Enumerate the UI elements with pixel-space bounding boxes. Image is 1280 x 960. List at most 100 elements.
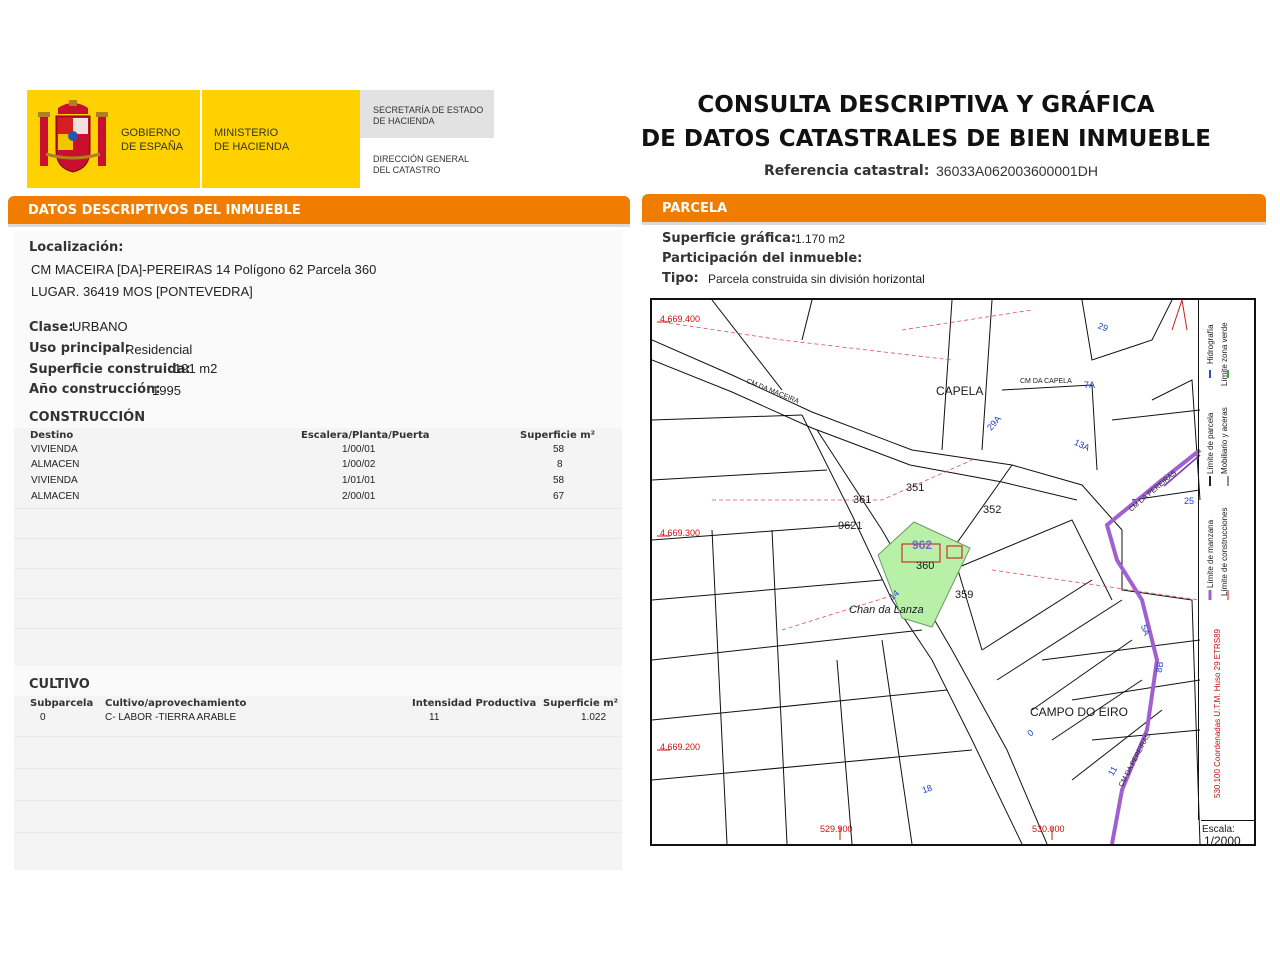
parcela-section-header: PARCELA [642, 194, 1266, 222]
construccion-table: Destino Escalera/Planta/Puerta Superfici… [14, 428, 622, 666]
map-number: 8B [1153, 660, 1166, 674]
legend-mobiliario: Mobiliario y aceras [1220, 407, 1229, 474]
legend-bottom-divider [1201, 820, 1255, 821]
parcel-label-351: 351 [906, 482, 925, 494]
ref-label: Referencia catastral: [764, 163, 930, 179]
map-number: 7A [1084, 380, 1096, 390]
place-campo: CAMPO DO EIRO [1030, 705, 1129, 719]
construccion-header-destino: Destino [30, 430, 74, 441]
uso-value: Residencial [125, 342, 193, 357]
clase-value: URBANO [72, 319, 128, 334]
table-cell: 1/01/01 [342, 475, 376, 486]
descriptive-section-shadow [8, 224, 630, 227]
direccion-line2: DEL CATASTRO [373, 165, 441, 175]
cadastral-map[interactable]: 4.669.400 4.669.300 4.669.200 529.900 53… [650, 298, 1256, 848]
table-cell: 1/00/01 [342, 444, 376, 455]
ministry-line2: DE HACIENDA [214, 141, 290, 153]
cultivo-header-superficie: Superficie m² [543, 698, 619, 709]
parcel-label-962: 962 [912, 538, 933, 552]
descriptive-section-header: DATOS DESCRIPTIVOS DEL INMUEBLE [8, 196, 630, 224]
road-label-capela: CM DA CAPELA [1020, 378, 1072, 385]
coord-y2: 4.669.300 [660, 528, 701, 538]
parcel-label-359: 359 [955, 589, 974, 601]
participacion-label: Participación del inmueble: [662, 251, 863, 266]
cultivo-header-intensidad: Intensidad Productiva [412, 698, 537, 709]
table-cell: 1/00/02 [342, 459, 376, 470]
table-cell: 58 [553, 475, 565, 486]
direccion-line1: DIRECCIÓN GENERAL [373, 154, 470, 164]
table-cell: 2/00/01 [342, 491, 376, 502]
localizacion-label: Localización: [29, 240, 124, 255]
cultivo-header-subparcela: Subparcela [30, 698, 94, 709]
row-divider [14, 768, 622, 769]
legend-zona-verde: Límite zona verde [1220, 322, 1229, 386]
construccion-header-superficie: Superficie m² [520, 430, 596, 441]
legend-hidrografia: Hidrografía [1206, 324, 1215, 364]
row-divider [14, 538, 622, 539]
place-chan: Chan da Lanza [849, 604, 924, 616]
uso-label: Uso principal: [29, 341, 131, 356]
row-divider [14, 832, 622, 833]
coord-x2: 530.000 [1032, 824, 1065, 834]
superficie-label: Superficie construida: [29, 362, 191, 377]
coord-x1: 529.900 [820, 824, 853, 834]
ref-value: 36033A062003600001DH [936, 163, 1098, 179]
anio-value: 1995 [152, 383, 181, 398]
row-divider [14, 508, 622, 509]
legend-divider [1198, 300, 1199, 820]
superficie-value: 191 m2 [174, 361, 218, 376]
row-divider [14, 628, 622, 629]
gov-line1: GOBIERNO [121, 127, 181, 139]
secretaria-line1: SECRETARÍA DE ESTADO [373, 105, 484, 115]
clase-label: Clase: [29, 320, 74, 335]
anio-label: Año construcción: [29, 382, 161, 397]
parcel-label-352: 352 [983, 504, 1002, 516]
table-cell: VIVIENDA [31, 475, 78, 486]
row-divider [14, 598, 622, 599]
ministry-line1: MINISTERIO [214, 127, 279, 139]
table-cell: 67 [553, 491, 565, 502]
scale-value: 1/2000 [1204, 834, 1241, 848]
table-cell: C- LABOR -TIERRA ARABLE [105, 712, 237, 723]
table-cell: ALMACEN [31, 459, 80, 470]
table-cell: 0 [40, 712, 46, 723]
parcela-superficie-value: 1.170 m2 [795, 232, 846, 246]
cultivo-header-cultivo: Cultivo/aprovechamiento [105, 698, 247, 709]
place-capela: CAPELA [936, 384, 984, 398]
page-title-line2: DE DATOS CATASTRALES DE BIEN INMUEBLE [641, 126, 1211, 152]
tipo-value: Parcela construida sin división horizont… [708, 272, 925, 286]
parcel-label-9621: 9621 [838, 520, 863, 532]
gov-line2: DE ESPAÑA [121, 141, 184, 153]
parcel-label-360: 360 [916, 560, 935, 572]
tipo-label: Tipo: [662, 271, 699, 286]
localizacion-line1: CM MACEIRA [DA]-PEREIRAS 14 Polígono 62 … [31, 262, 377, 277]
row-divider [14, 568, 622, 569]
parcel-label-361: 361 [853, 494, 872, 506]
legend-construcciones: Límite de construcciones [1220, 507, 1229, 597]
parcela-section-title: PARCELA [662, 201, 728, 216]
coord-y1: 4.669.400 [660, 314, 701, 324]
logo-divider [200, 90, 202, 188]
construccion-title: CONSTRUCCIÓN [29, 410, 146, 425]
cultivo-title: CULTIVO [29, 677, 90, 692]
legend-manzana: Límite de manzana [1206, 519, 1215, 588]
legend-parcela: Límite de parcela [1206, 412, 1215, 474]
row-divider [14, 800, 622, 801]
table-cell: 58 [553, 444, 565, 455]
page-title-line1: CONSULTA DESCRIPTIVA Y GRÁFICA [697, 92, 1155, 118]
coat-of-arms-icon [38, 100, 108, 173]
localizacion-line2: LUGAR. 36419 MOS [PONTEVEDRA] [31, 284, 253, 299]
map-drawing [652, 300, 1202, 844]
parcela-superficie-label: Superficie gráfica: [662, 231, 797, 246]
map-number: 25 [1184, 496, 1195, 506]
table-cell: ALMACEN [31, 491, 80, 502]
table-cell: VIVIENDA [31, 444, 78, 455]
table-cell: 11 [429, 712, 440, 723]
secretaria-line2: DE HACIENDA [373, 116, 435, 126]
cultivo-table: Subparcela Cultivo/aprovechamiento Inten… [14, 696, 622, 870]
descriptive-section-title: DATOS DESCRIPTIVOS DEL INMUEBLE [28, 203, 301, 218]
construccion-header-planta: Escalera/Planta/Puerta [301, 430, 430, 441]
row-divider [14, 736, 622, 737]
coord-y3: 4.669.200 [660, 742, 701, 752]
table-cell: 8 [557, 459, 563, 470]
